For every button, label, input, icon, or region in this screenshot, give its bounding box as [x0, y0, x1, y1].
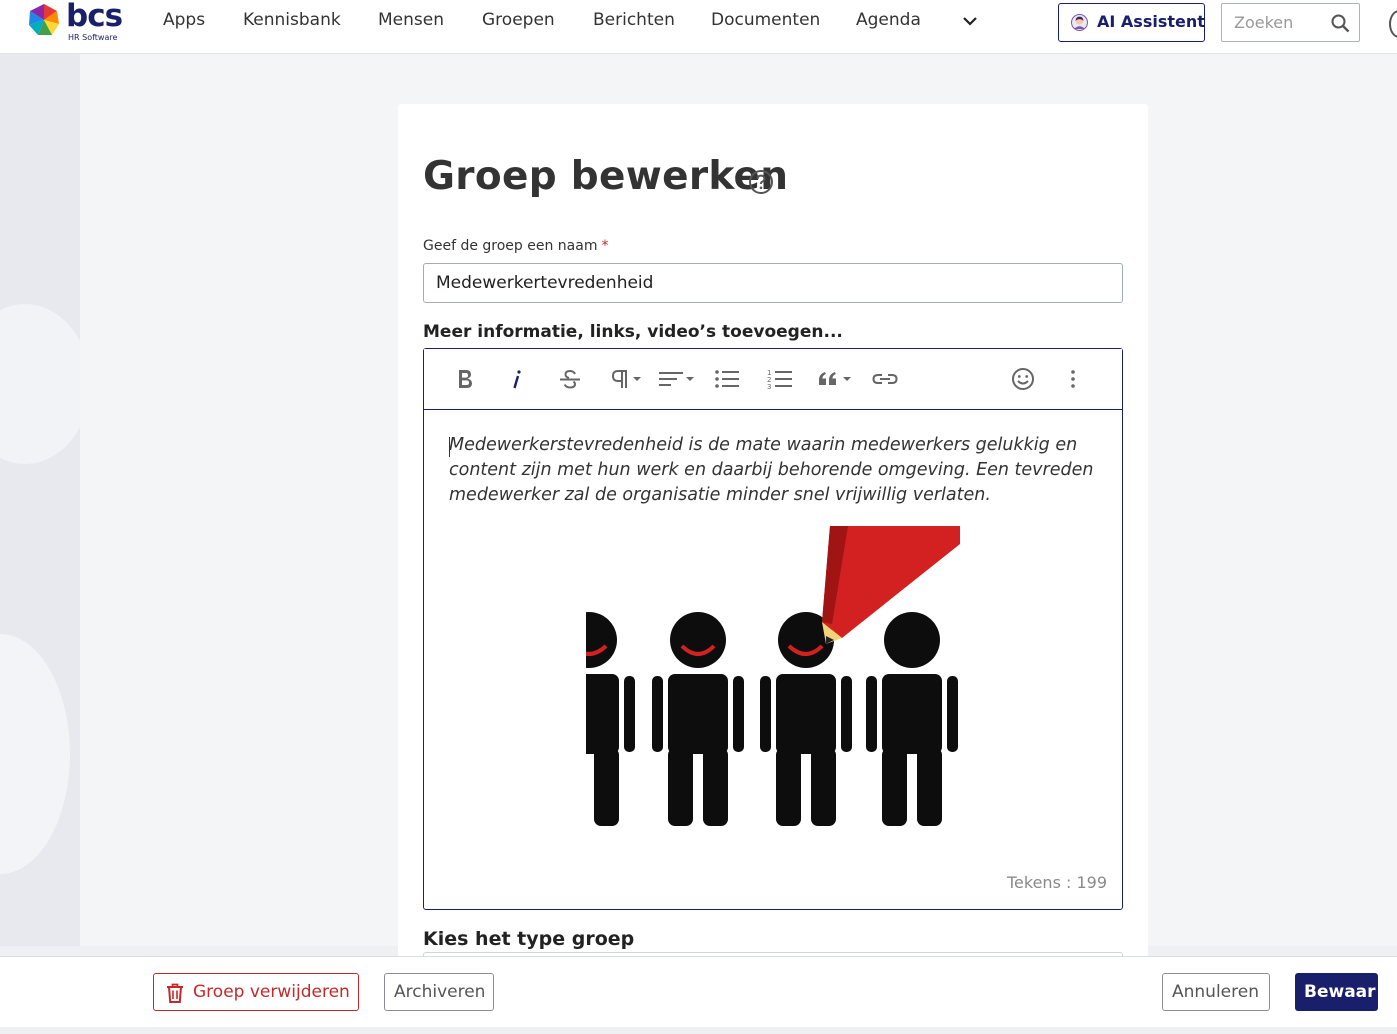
more-vertical-icon[interactable]: [1066, 366, 1080, 392]
archive-label: Archiveren: [394, 982, 486, 1002]
cancel-label: Annuleren: [1172, 982, 1259, 1002]
search-icon[interactable]: [1331, 14, 1350, 33]
ai-assistant-icon: [1071, 14, 1088, 31]
save-button[interactable]: Bewaar: [1295, 973, 1378, 1011]
smiley-figures-pencil-illustration: [586, 526, 960, 828]
group-name-label-text: Geef de groep een naam: [423, 238, 598, 254]
user-avatar[interactable]: [1389, 10, 1397, 38]
nav-item-agenda[interactable]: Agenda: [856, 10, 921, 30]
strikethrough-icon[interactable]: [557, 366, 583, 392]
rich-text-editor: 1 2 3 Medewerkerstevredenheid is de mate…: [423, 348, 1123, 910]
footer-bottom-edge: [0, 1027, 1397, 1034]
nav-item-mensen[interactable]: Mensen: [378, 10, 444, 30]
cancel-button[interactable]: Annuleren: [1162, 973, 1270, 1011]
nav-item-documenten[interactable]: Documenten: [711, 10, 820, 30]
group-name-input[interactable]: [423, 263, 1123, 303]
emoji-icon[interactable]: [1010, 366, 1036, 392]
bold-icon[interactable]: [454, 366, 476, 392]
align-icon[interactable]: [657, 366, 697, 392]
logo-wordmark: bcs: [66, 0, 123, 34]
svg-text:3: 3: [767, 383, 771, 391]
chevron-down-icon[interactable]: [962, 14, 978, 28]
background-shape: [0, 304, 80, 464]
group-name-label: Geef de groep een naam *: [423, 238, 608, 254]
delete-group-button[interactable]: Groep verwijderen: [153, 973, 359, 1011]
page-title: Groep bewerken: [423, 154, 789, 199]
editor-toolbar: 1 2 3: [424, 349, 1122, 410]
trash-icon: [167, 983, 183, 1003]
character-count: Tekens : 199: [1006, 873, 1107, 892]
quote-icon[interactable]: [816, 366, 856, 392]
link-icon[interactable]: [871, 366, 899, 392]
more-info-label: Meer informatie, links, video’s toevoege…: [423, 322, 843, 342]
search-box: [1221, 3, 1360, 42]
delete-group-label: Groep verwijderen: [193, 982, 350, 1002]
archive-button[interactable]: Archiveren: [384, 973, 494, 1011]
background-shape: [0, 634, 70, 874]
paragraph-format-icon[interactable]: [608, 366, 646, 392]
nav-item-groepen[interactable]: Groepen: [482, 10, 555, 30]
bulleted-list-icon[interactable]: [713, 366, 741, 392]
ai-assistant-button[interactable]: AI Assistent: [1058, 3, 1205, 42]
group-type-label: Kies het type groep: [423, 928, 635, 950]
bcs-logo-mark-icon: [29, 4, 59, 35]
edit-group-card: Groep bewerken Geef de groep een naam * M…: [398, 104, 1148, 964]
editor-content-text[interactable]: Medewerkerstevredenheid is de mate waari…: [449, 433, 1099, 508]
action-footer: Groep verwijderen Archiveren Annuleren B…: [0, 956, 1397, 1034]
left-background-strip: [0, 54, 80, 946]
top-navigation-bar: bcs HR Software Apps Kennisbank Mensen G…: [0, 0, 1397, 54]
required-marker: *: [601, 238, 609, 254]
ai-assistant-label: AI Assistent: [1097, 12, 1205, 31]
logo-subtitle: HR Software: [68, 33, 118, 42]
help-circle-icon[interactable]: [748, 169, 774, 195]
search-input[interactable]: [1222, 4, 1326, 41]
nav-item-apps[interactable]: Apps: [163, 10, 205, 30]
italic-icon[interactable]: [508, 366, 526, 392]
nav-item-berichten[interactable]: Berichten: [593, 10, 675, 30]
nav-item-kennisbank[interactable]: Kennisbank: [243, 10, 341, 30]
bcs-logo[interactable]: bcs HR Software: [26, 0, 134, 44]
save-label: Bewaar: [1304, 982, 1376, 1002]
numbered-list-icon[interactable]: 1 2 3: [766, 366, 794, 392]
